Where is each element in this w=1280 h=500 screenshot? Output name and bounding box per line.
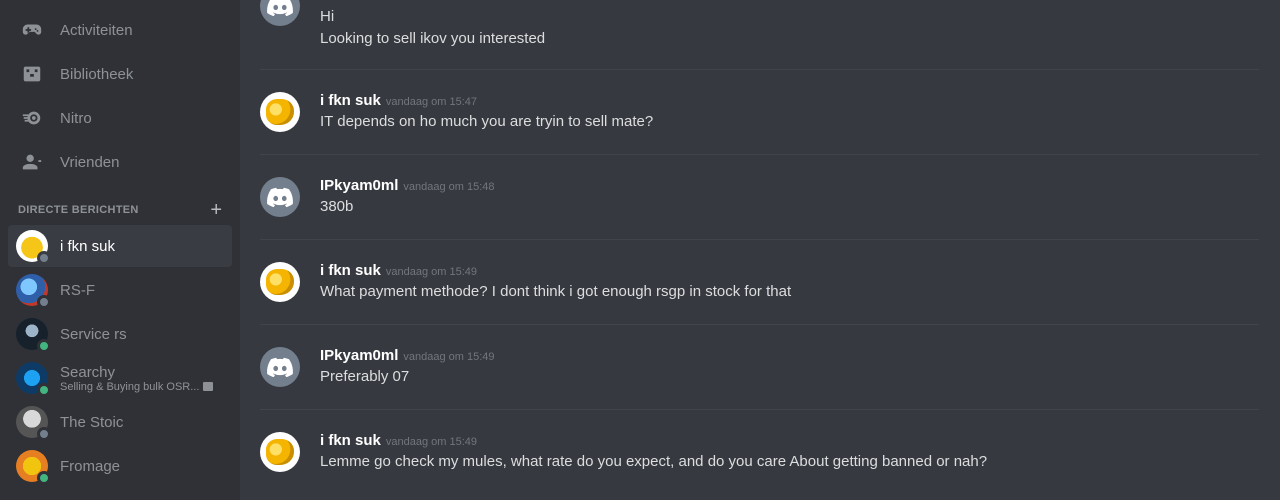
add-dm-button[interactable]: + [210, 200, 222, 220]
message-line: Hi [320, 8, 335, 25]
nav-nitro[interactable]: Nitro [8, 98, 232, 138]
dm-item-i-fkn-suk[interactable]: i fkn suk [8, 225, 232, 267]
message-author[interactable]: i fkn suk [320, 92, 381, 109]
message-author[interactable]: IPkyam0ml [320, 347, 398, 364]
dm-item-rs-f[interactable]: RS-F [8, 269, 232, 311]
dm-name: Searchy [60, 363, 116, 381]
avatar[interactable] [260, 92, 300, 132]
status-offline-indicator [37, 295, 51, 309]
message-divider [260, 409, 1259, 410]
dm-name: The Stoic [60, 413, 124, 431]
sidebar: Activiteiten Bibliotheek Nitro Vrienden … [0, 0, 240, 500]
message: IPkyam0ml vandaag om 15:48 380b [260, 177, 1260, 237]
nav-vrienden[interactable]: Vrienden [8, 142, 232, 182]
message-content: Preferably 07 [320, 368, 410, 385]
message: i fkn suk vandaag om 15:49 What payment m… [260, 262, 1260, 322]
nav-activiteiten[interactable]: Activiteiten [8, 10, 232, 50]
message-content: 380b [320, 198, 354, 215]
message-list: Hi Looking to sell ikov you interested i… [240, 0, 1280, 500]
message: IPkyam0ml vandaag om 15:49 Preferably 07 [260, 347, 1260, 407]
avatar[interactable] [260, 432, 300, 472]
avatar [16, 230, 51, 265]
nav-label: Vrienden [60, 153, 120, 171]
dm-name: RS-F [60, 281, 95, 299]
gamepad-icon [20, 18, 44, 42]
message-divider [260, 154, 1259, 155]
avatar [16, 362, 51, 397]
activity-icon [203, 382, 214, 391]
avatar [16, 318, 51, 353]
dm-item-the-stoic[interactable]: The Stoic [8, 401, 232, 443]
status-offline-indicator [37, 427, 51, 441]
message: i fkn suk vandaag om 15:47 IT depends on … [260, 92, 1260, 152]
message-content: Lemme go check my mules, what rate do yo… [320, 453, 988, 470]
message-timestamp: vandaag om 15:49 [385, 436, 477, 448]
dm-activity: Selling & Buying bulk OSR... [60, 380, 200, 393]
avatar [16, 450, 51, 485]
message-author[interactable]: IPkyam0ml [320, 177, 398, 194]
status-online-indicator [37, 471, 51, 485]
message-divider [260, 239, 1259, 240]
dm-name: i fkn suk [60, 237, 116, 255]
nav-bibliotheek[interactable]: Bibliotheek [8, 54, 232, 94]
message-line: Looking to sell ikov you interested [320, 30, 546, 47]
friends-icon [20, 150, 44, 174]
discord-logo-icon [267, 0, 293, 16]
dm-header: DIRECTE BERICHTEN + [18, 200, 222, 220]
message-divider [260, 324, 1259, 325]
nav-label: Bibliotheek [60, 65, 134, 83]
avatar[interactable] [260, 0, 300, 26]
message-content: IT depends on ho much you are tryin to s… [320, 113, 654, 130]
message-timestamp: vandaag om 15:49 [403, 351, 495, 363]
nav-label: Activiteiten [60, 21, 133, 39]
nav-label: Nitro [60, 109, 92, 127]
status-online-indicator [37, 339, 51, 353]
dm-item-service-rs[interactable]: Service rs [8, 313, 232, 355]
message-timestamp: vandaag om 15:47 [385, 96, 477, 108]
avatar[interactable] [260, 177, 300, 217]
message-author[interactable]: i fkn suk [320, 432, 381, 449]
avatar[interactable] [260, 262, 300, 302]
status-online-indicator [37, 383, 51, 397]
dm-name: Fromage [60, 457, 121, 475]
avatar[interactable] [260, 347, 300, 387]
library-icon [20, 62, 44, 86]
dm-name: Service rs [60, 325, 127, 343]
discord-logo-icon [267, 187, 293, 207]
dm-item-fromage[interactable]: Fromage [8, 445, 232, 487]
status-offline-indicator [37, 251, 51, 265]
message: i fkn suk vandaag om 15:49 Lemme go check… [260, 432, 1260, 492]
discord-logo-icon [267, 357, 293, 377]
avatar [16, 274, 51, 309]
nitro-icon [20, 106, 44, 130]
message-timestamp: vandaag om 15:48 [403, 181, 495, 193]
message-content: What payment methode? I dont think i got… [320, 283, 792, 300]
message-divider [260, 69, 1259, 70]
dm-header-title: DIRECTE BERICHTEN [18, 204, 139, 216]
message-author[interactable]: i fkn suk [320, 262, 381, 279]
dm-item-searchy[interactable]: Searchy Selling & Buying bulk OSR... [8, 357, 232, 399]
avatar [16, 406, 51, 441]
message-timestamp: vandaag om 15:49 [385, 266, 477, 278]
message: Hi Looking to sell ikov you interested [260, 0, 1260, 47]
